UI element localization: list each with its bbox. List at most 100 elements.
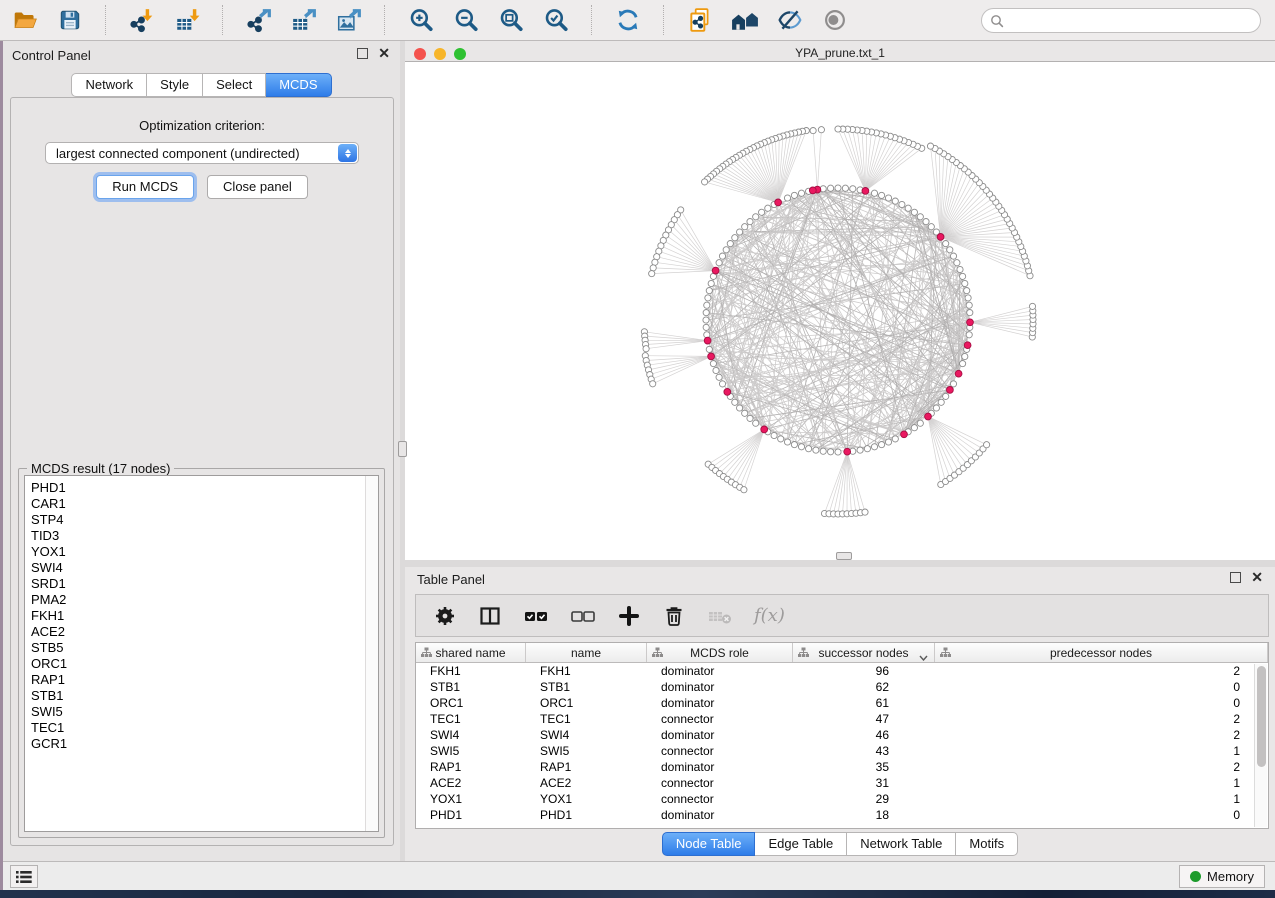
- cell-successor-nodes[interactable]: 29: [793, 791, 935, 807]
- cell-name[interactable]: ACE2: [526, 775, 647, 791]
- import-table-button[interactable]: [170, 4, 203, 36]
- cell-successor-nodes[interactable]: 47: [793, 711, 935, 727]
- duplicate-network-button[interactable]: [683, 4, 716, 36]
- mcds-result-item[interactable]: ORC1: [25, 656, 378, 672]
- mcds-result-item[interactable]: YOX1: [25, 544, 378, 560]
- deselect-all-button[interactable]: [570, 604, 596, 628]
- mcds-result-item[interactable]: TEC1: [25, 720, 378, 736]
- table-row[interactable]: ORC1ORC1dominator610: [416, 695, 1268, 711]
- column-header-mcds-role[interactable]: MCDS role: [647, 643, 793, 662]
- cell-successor-nodes[interactable]: 61: [793, 695, 935, 711]
- column-header-name[interactable]: name: [526, 643, 647, 662]
- close-window-icon[interactable]: [414, 48, 426, 60]
- export-image-button[interactable]: [332, 4, 365, 36]
- cell-mcds-role[interactable]: connector: [647, 775, 793, 791]
- vertical-split-grip[interactable]: [398, 441, 407, 457]
- cell-predecessor-nodes[interactable]: 1: [935, 791, 1268, 807]
- table-tab-node-table[interactable]: Node Table: [662, 832, 756, 856]
- memory-button[interactable]: Memory: [1179, 865, 1265, 888]
- tab-style[interactable]: Style: [147, 73, 203, 97]
- table-row[interactable]: ACE2ACE2connector311: [416, 775, 1268, 791]
- cell-shared-name[interactable]: FKH1: [416, 663, 526, 679]
- mcds-result-item[interactable]: STB1: [25, 688, 378, 704]
- tab-network[interactable]: Network: [71, 73, 147, 97]
- mcds-result-item[interactable]: ACE2: [25, 624, 378, 640]
- cell-mcds-role[interactable]: dominator: [647, 695, 793, 711]
- cell-name[interactable]: STB1: [526, 679, 647, 695]
- table-tab-motifs[interactable]: Motifs: [956, 832, 1018, 856]
- table-row[interactable]: PHD1PHD1dominator180: [416, 807, 1268, 823]
- cell-shared-name[interactable]: YOX1: [416, 791, 526, 807]
- tab-mcds[interactable]: MCDS: [266, 73, 331, 97]
- mcds-result-item[interactable]: TID3: [25, 528, 378, 544]
- table-row[interactable]: YOX1YOX1connector291: [416, 791, 1268, 807]
- maximize-window-icon[interactable]: [454, 48, 466, 60]
- search-box[interactable]: [981, 8, 1261, 33]
- save-session-button[interactable]: [53, 4, 86, 36]
- cell-successor-nodes[interactable]: 43: [793, 743, 935, 759]
- cell-predecessor-nodes[interactable]: 1: [935, 775, 1268, 791]
- first-neighbors-button[interactable]: [728, 4, 761, 36]
- cell-name[interactable]: RAP1: [526, 759, 647, 775]
- import-network-button[interactable]: [125, 4, 158, 36]
- show-graphics-button[interactable]: [818, 4, 851, 36]
- cell-mcds-role[interactable]: dominator: [647, 727, 793, 743]
- table-row[interactable]: SWI5SWI5connector431: [416, 743, 1268, 759]
- float-table-panel-icon[interactable]: [1230, 572, 1241, 583]
- column-header-successor-nodes[interactable]: successor nodes: [793, 643, 935, 662]
- table-row[interactable]: FKH1FKH1dominator962: [416, 663, 1268, 679]
- cell-name[interactable]: FKH1: [526, 663, 647, 679]
- run-mcds-button[interactable]: Run MCDS: [96, 175, 194, 199]
- cell-name[interactable]: ORC1: [526, 695, 647, 711]
- mcds-result-item[interactable]: STB5: [25, 640, 378, 656]
- cell-successor-nodes[interactable]: 96: [793, 663, 935, 679]
- cell-successor-nodes[interactable]: 46: [793, 727, 935, 743]
- mcds-result-item[interactable]: GCR1: [25, 736, 378, 752]
- column-header-predecessor-nodes[interactable]: predecessor nodes: [935, 643, 1268, 662]
- cell-predecessor-nodes[interactable]: 1: [935, 743, 1268, 759]
- table-tab-network-table[interactable]: Network Table: [847, 832, 956, 856]
- horizontal-split-grip[interactable]: [836, 552, 852, 560]
- mcds-list-scrollbar[interactable]: [365, 476, 378, 831]
- tab-select[interactable]: Select: [203, 73, 266, 97]
- export-table-button[interactable]: [287, 4, 320, 36]
- cell-shared-name[interactable]: SWI5: [416, 743, 526, 759]
- trash-button[interactable]: [662, 604, 686, 628]
- table-row[interactable]: SWI4SWI4dominator462: [416, 727, 1268, 743]
- table-row[interactable]: TEC1TEC1connector472: [416, 711, 1268, 727]
- cell-mcds-role[interactable]: dominator: [647, 759, 793, 775]
- cell-predecessor-nodes[interactable]: 0: [935, 679, 1268, 695]
- cell-name[interactable]: YOX1: [526, 791, 647, 807]
- table-row[interactable]: STB1STB1dominator620: [416, 679, 1268, 695]
- cell-successor-nodes[interactable]: 62: [793, 679, 935, 695]
- open-folder-button[interactable]: [8, 4, 41, 36]
- cell-mcds-role[interactable]: dominator: [647, 663, 793, 679]
- cell-mcds-role[interactable]: connector: [647, 743, 793, 759]
- cell-shared-name[interactable]: SWI4: [416, 727, 526, 743]
- export-network-button[interactable]: [242, 4, 275, 36]
- cell-shared-name[interactable]: RAP1: [416, 759, 526, 775]
- cell-shared-name[interactable]: ACE2: [416, 775, 526, 791]
- close-panel-button[interactable]: Close panel: [207, 175, 308, 199]
- cell-successor-nodes[interactable]: 31: [793, 775, 935, 791]
- cell-name[interactable]: SWI4: [526, 727, 647, 743]
- zoom-out-button[interactable]: [449, 4, 482, 36]
- cell-mcds-role[interactable]: connector: [647, 791, 793, 807]
- close-panel-icon[interactable]: ✕: [378, 48, 390, 59]
- mcds-result-item[interactable]: FKH1: [25, 608, 378, 624]
- mcds-result-item[interactable]: PHD1: [25, 480, 378, 496]
- zoom-fit-button[interactable]: [494, 4, 527, 36]
- cell-predecessor-nodes[interactable]: 0: [935, 695, 1268, 711]
- float-panel-icon[interactable]: [357, 48, 368, 59]
- task-history-button[interactable]: [10, 865, 38, 888]
- cell-predecessor-nodes[interactable]: 0: [935, 807, 1268, 823]
- cell-mcds-role[interactable]: dominator: [647, 679, 793, 695]
- table-scrollbar[interactable]: [1254, 664, 1267, 827]
- cell-shared-name[interactable]: ORC1: [416, 695, 526, 711]
- mcds-result-item[interactable]: STP4: [25, 512, 378, 528]
- gear-button[interactable]: [433, 604, 457, 628]
- cell-mcds-role[interactable]: connector: [647, 711, 793, 727]
- column-header-shared-name[interactable]: shared name: [416, 643, 526, 662]
- cell-successor-nodes[interactable]: 35: [793, 759, 935, 775]
- cell-predecessor-nodes[interactable]: 2: [935, 663, 1268, 679]
